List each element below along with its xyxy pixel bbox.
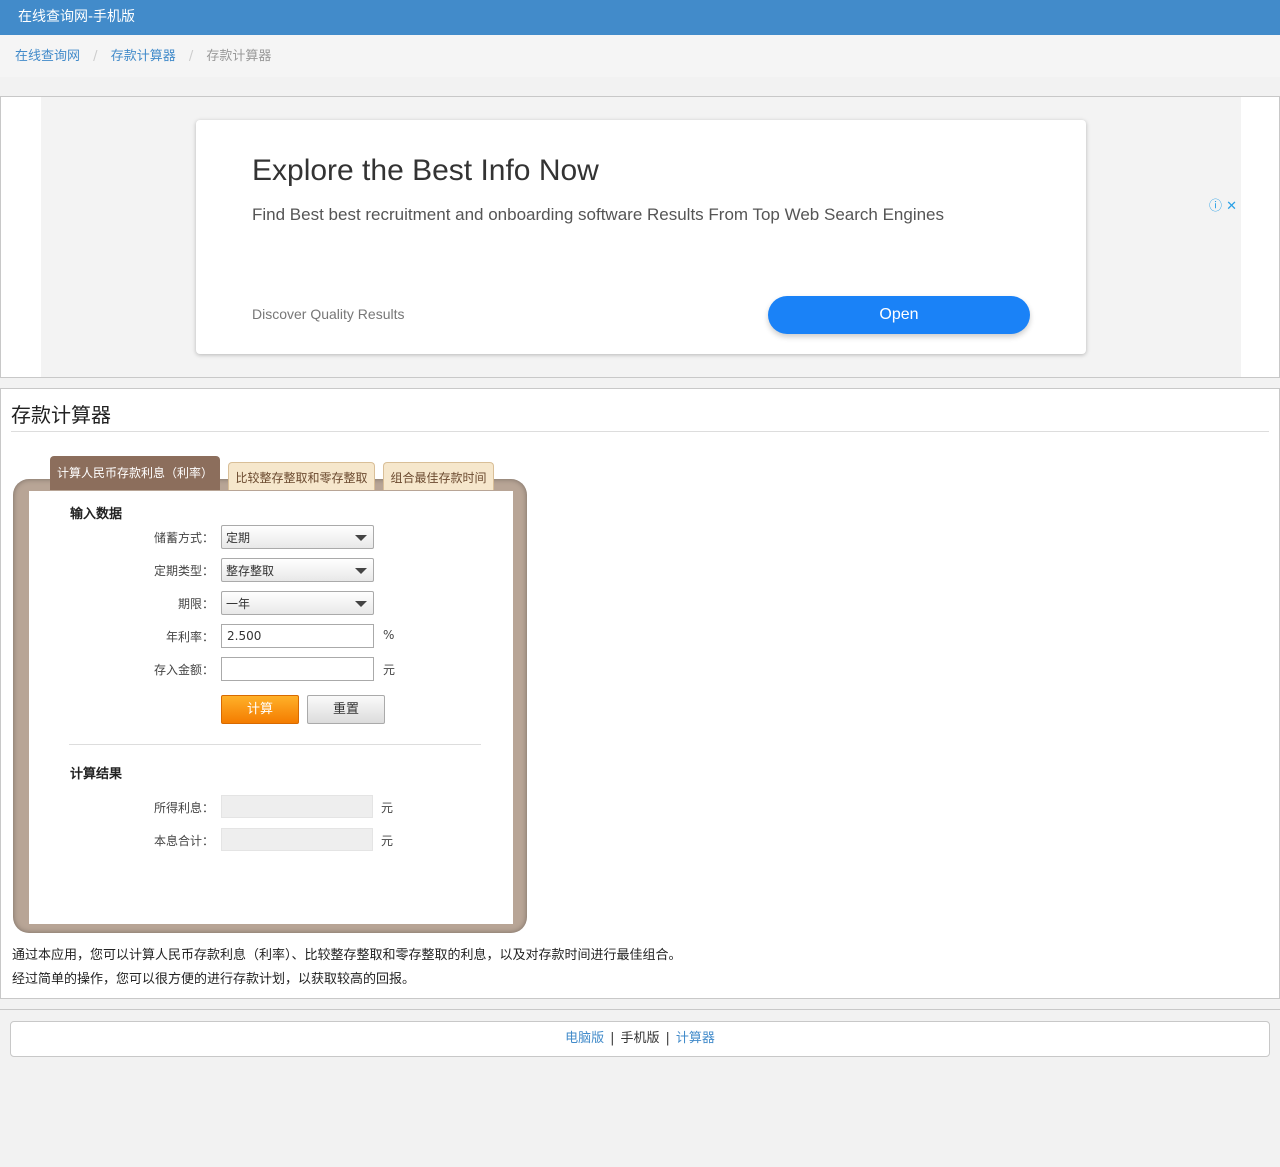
tab-best-deposit-time[interactable]: 组合最佳存款时间 (383, 462, 494, 490)
description-line: 经过简单的操作，您可以很方便的进行存款计划，以获取较高的回报。 (12, 972, 416, 987)
ad-subtext: Discover Quality Results (252, 306, 405, 322)
footer-separator: | (665, 1031, 670, 1046)
calculate-button[interactable]: 计算 (221, 695, 299, 724)
description-line: 通过本应用，您可以计算人民币存款利息（利率）、比较整存整取和零存整取的利息，以及… (12, 948, 682, 963)
savings-type-select[interactable]: 定期 (221, 525, 374, 549)
rate-unit: % (383, 628, 395, 642)
site-title[interactable]: 在线查询网-手机版 (18, 9, 135, 25)
section-divider (69, 744, 481, 745)
interest-output (221, 795, 373, 818)
breadcrumb-current: 存款计算器 (206, 49, 272, 64)
tab-deposit-interest[interactable]: 计算人民币存款利息（利率） (50, 456, 220, 490)
fixed-type-select[interactable]: 整存整取 (221, 558, 374, 582)
ad-title[interactable]: Explore the Best Info Now (252, 154, 599, 188)
term-label: 期限： (177, 597, 214, 611)
ad-controls: ⓘ ✕ (1209, 195, 1237, 214)
chevron-down-icon (355, 568, 367, 574)
total-output (221, 828, 373, 851)
total-unit: 元 (381, 834, 394, 848)
footer-divider (0, 1009, 1280, 1010)
calculator-panel: 存款计算器 输入数据 储蓄方式： 定期 定期类型： 整存整取 期限： 一年 年利… (0, 388, 1280, 999)
total-label: 本息合计： (153, 834, 214, 848)
footer-separator: | (610, 1031, 615, 1046)
breadcrumb-separator: / (188, 49, 194, 64)
savings-type-label: 储蓄方式： (153, 531, 214, 545)
ad-card[interactable]: Explore the Best Info Now Find Best best… (196, 120, 1086, 354)
footer-desktop-link[interactable]: 电脑版 (565, 1031, 604, 1046)
calculator-form: 输入数据 储蓄方式： 定期 定期类型： 整存整取 期限： 一年 年利率： 2.5… (29, 491, 513, 924)
input-section-heading: 输入数据 (70, 507, 123, 522)
fixed-type-value: 整存整取 (226, 564, 275, 578)
result-section-heading: 计算结果 (70, 767, 123, 782)
term-select[interactable]: 一年 (221, 591, 374, 615)
ad-open-button[interactable]: Open (768, 296, 1030, 334)
breadcrumb: 在线查询网 / 存款计算器 / 存款计算器 (0, 35, 1280, 77)
calculator-frame: 输入数据 储蓄方式： 定期 定期类型： 整存整取 期限： 一年 年利率： 2.5… (13, 479, 527, 933)
rate-input[interactable]: 2.500 (221, 624, 374, 648)
ad-description: Find Best best recruitment and onboardin… (252, 205, 945, 224)
ad-close-icon[interactable]: ✕ (1226, 199, 1237, 214)
site-header: 在线查询网-手机版 (0, 0, 1280, 35)
chevron-down-icon (355, 601, 367, 607)
page-title: 存款计算器 (11, 403, 111, 427)
fixed-type-label: 定期类型： (153, 564, 214, 578)
savings-type-value: 定期 (226, 531, 251, 545)
reset-button[interactable]: 重置 (307, 695, 385, 724)
rate-label: 年利率： (165, 630, 214, 644)
ad-container: ⓘ ✕ Explore the Best Info Now Find Best … (0, 96, 1280, 378)
interest-label: 所得利息： (153, 801, 214, 815)
chevron-down-icon (355, 535, 367, 541)
footer: 电脑版 | 手机版 | 计算器 (10, 1021, 1270, 1057)
amount-input[interactable] (221, 657, 374, 681)
tab-compare-deposits[interactable]: 比较整存整取和零存整取 (228, 462, 375, 490)
term-value: 一年 (226, 597, 251, 611)
title-divider (11, 431, 1269, 432)
breadcrumb-separator: / (93, 49, 98, 64)
footer-calculator-link[interactable]: 计算器 (676, 1031, 715, 1046)
amount-label: 存入金额： (153, 663, 214, 677)
ad-info-icon[interactable]: ⓘ (1209, 199, 1222, 214)
interest-unit: 元 (381, 801, 394, 815)
amount-unit: 元 (383, 663, 396, 677)
breadcrumb-home-link[interactable]: 在线查询网 (15, 49, 80, 64)
breadcrumb-calculator-link[interactable]: 存款计算器 (111, 49, 176, 64)
footer-mobile-current: 手机版 (620, 1031, 660, 1046)
